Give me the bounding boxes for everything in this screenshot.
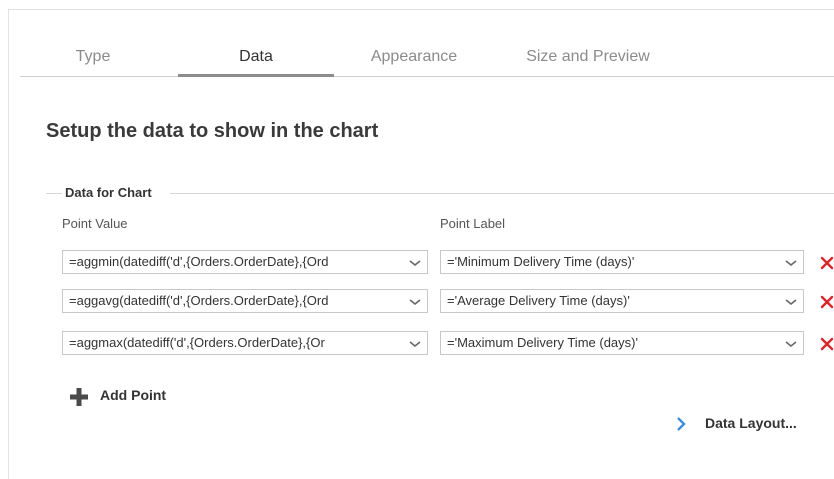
point-label-input[interactable]: ='Average Delivery Time (days)' bbox=[440, 289, 804, 313]
point-value-text: =aggavg(datediff('d',{Orders.OrderDate},… bbox=[69, 293, 329, 308]
chevron-down-icon[interactable] bbox=[409, 298, 421, 306]
page-title: Setup the data to show in the chart bbox=[46, 120, 379, 142]
tab-appearance[interactable]: Appearance bbox=[350, 46, 478, 76]
dialog-frame bbox=[8, 9, 834, 479]
point-value-header: Point Value bbox=[62, 216, 128, 231]
chevron-down-icon[interactable] bbox=[785, 298, 797, 306]
chevron-right-icon bbox=[677, 417, 686, 431]
data-layout-label: Data Layout... bbox=[705, 415, 797, 431]
delete-point-icon[interactable] bbox=[820, 256, 834, 270]
point-label-text: ='Minimum Delivery Time (days)' bbox=[447, 254, 635, 269]
chevron-down-icon[interactable] bbox=[785, 340, 797, 348]
chevron-down-icon[interactable] bbox=[409, 340, 421, 348]
point-label-text: ='Average Delivery Time (days)' bbox=[447, 293, 630, 308]
delete-point-icon[interactable] bbox=[820, 337, 834, 351]
point-value-input[interactable]: =aggavg(datediff('d',{Orders.OrderDate},… bbox=[62, 289, 428, 313]
point-value-input[interactable]: =aggmax(datediff('d',{Orders.OrderDate},… bbox=[62, 331, 428, 355]
group-border-left bbox=[46, 193, 62, 194]
tab-bar: Type Data Appearance Size and Preview bbox=[20, 46, 834, 77]
point-label-input[interactable]: ='Minimum Delivery Time (days)' bbox=[440, 250, 804, 274]
tab-size-and-preview[interactable]: Size and Preview bbox=[498, 46, 678, 76]
group-legend: Data for Chart bbox=[62, 185, 155, 200]
delete-point-icon[interactable] bbox=[820, 295, 834, 309]
tab-data[interactable]: Data bbox=[178, 46, 334, 77]
point-value-text: =aggmax(datediff('d',{Orders.OrderDate},… bbox=[69, 335, 325, 350]
add-point-label: Add Point bbox=[100, 387, 167, 403]
point-label-text: ='Maximum Delivery Time (days)' bbox=[447, 335, 638, 350]
chevron-down-icon[interactable] bbox=[409, 259, 421, 267]
point-value-text: =aggmin(datediff('d',{Orders.OrderDate},… bbox=[69, 254, 329, 269]
point-label-input[interactable]: ='Maximum Delivery Time (days)' bbox=[440, 331, 804, 355]
tab-type[interactable]: Type bbox=[58, 46, 128, 76]
point-label-header: Point Label bbox=[440, 216, 506, 231]
point-value-input[interactable]: =aggmin(datediff('d',{Orders.OrderDate},… bbox=[62, 250, 428, 274]
plus-icon bbox=[70, 388, 88, 406]
group-border-right bbox=[170, 193, 834, 194]
chevron-down-icon[interactable] bbox=[785, 259, 797, 267]
